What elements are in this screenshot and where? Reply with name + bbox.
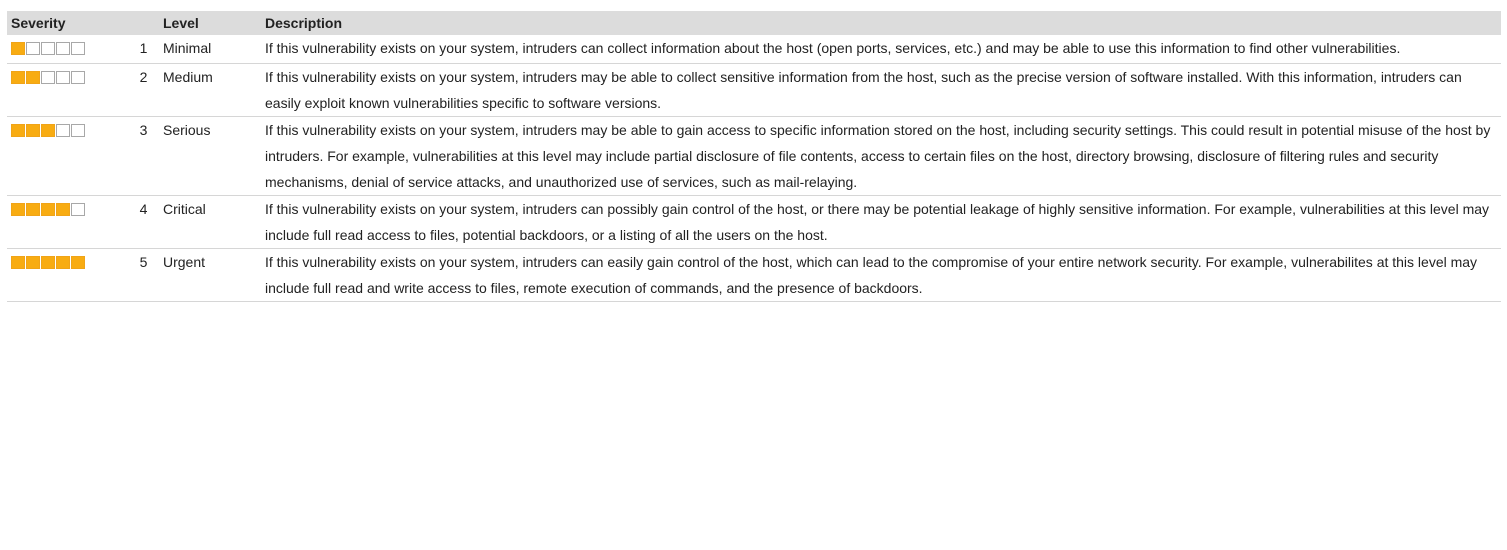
severity-box-empty — [56, 124, 70, 137]
severity-box-filled — [26, 71, 40, 84]
severity-box-empty — [71, 124, 85, 137]
severity-box-filled — [11, 203, 25, 216]
severity-box-filled — [41, 203, 55, 216]
severity-box-filled — [26, 203, 40, 216]
severity-bar — [11, 71, 86, 84]
severity-description: If this vulnerability exists on your sys… — [265, 35, 1501, 64]
severity-cell — [7, 116, 124, 196]
severity-box-filled — [11, 124, 25, 137]
number-column-header — [124, 11, 163, 35]
severity-description: If this vulnerability exists on your sys… — [265, 195, 1501, 249]
severity-level: Urgent — [163, 248, 265, 302]
severity-box-filled — [11, 71, 25, 84]
severity-description: If this vulnerability exists on your sys… — [265, 116, 1501, 196]
severity-level: Critical — [163, 195, 265, 249]
severity-box-empty — [71, 203, 85, 216]
severity-level: Serious — [163, 116, 265, 196]
severity-cell — [7, 248, 124, 302]
severity-cell — [7, 63, 124, 117]
table-row: 2 Medium If this vulnerability exists on… — [7, 63, 1501, 117]
severity-cell — [7, 195, 124, 249]
severity-box-filled — [11, 256, 25, 269]
severity-box-filled — [71, 256, 85, 269]
severity-box-empty — [71, 71, 85, 84]
severity-bar — [11, 124, 86, 137]
table-row: 1 Minimal If this vulnerability exists o… — [7, 35, 1501, 64]
severity-box-empty — [56, 42, 70, 55]
severity-column-header: Severity — [7, 11, 124, 35]
severity-box-filled — [26, 124, 40, 137]
severity-box-filled — [26, 256, 40, 269]
severity-number: 4 — [124, 195, 163, 249]
severity-description: If this vulnerability exists on your sys… — [265, 248, 1501, 302]
severity-box-empty — [41, 71, 55, 84]
severity-number: 1 — [124, 35, 163, 64]
severity-level: Minimal — [163, 35, 265, 64]
severity-levels-table: Severity Level Description 1 Minimal If … — [7, 11, 1501, 302]
severity-box-filled — [56, 203, 70, 216]
severity-description: If this vulnerability exists on your sys… — [265, 63, 1501, 117]
level-column-header: Level — [163, 11, 265, 35]
severity-box-empty — [41, 42, 55, 55]
severity-bar — [11, 42, 86, 55]
table-row: 5 Urgent If this vulnerability exists on… — [7, 248, 1501, 302]
table-row: 3 Serious If this vulnerability exists o… — [7, 116, 1501, 196]
severity-box-empty — [71, 42, 85, 55]
severity-bar — [11, 256, 86, 269]
severity-number: 5 — [124, 248, 163, 302]
severity-number: 2 — [124, 63, 163, 117]
severity-box-filled — [56, 256, 70, 269]
table-row: 4 Critical If this vulnerability exists … — [7, 195, 1501, 249]
table-header-row: Severity Level Description — [7, 11, 1501, 35]
severity-box-filled — [41, 124, 55, 137]
severity-box-empty — [26, 42, 40, 55]
severity-box-filled — [41, 256, 55, 269]
severity-number: 3 — [124, 116, 163, 196]
severity-box-empty — [56, 71, 70, 84]
severity-cell — [7, 35, 124, 64]
severity-box-filled — [11, 42, 25, 55]
description-column-header: Description — [265, 11, 1501, 35]
severity-level: Medium — [163, 63, 265, 117]
severity-bar — [11, 203, 86, 216]
